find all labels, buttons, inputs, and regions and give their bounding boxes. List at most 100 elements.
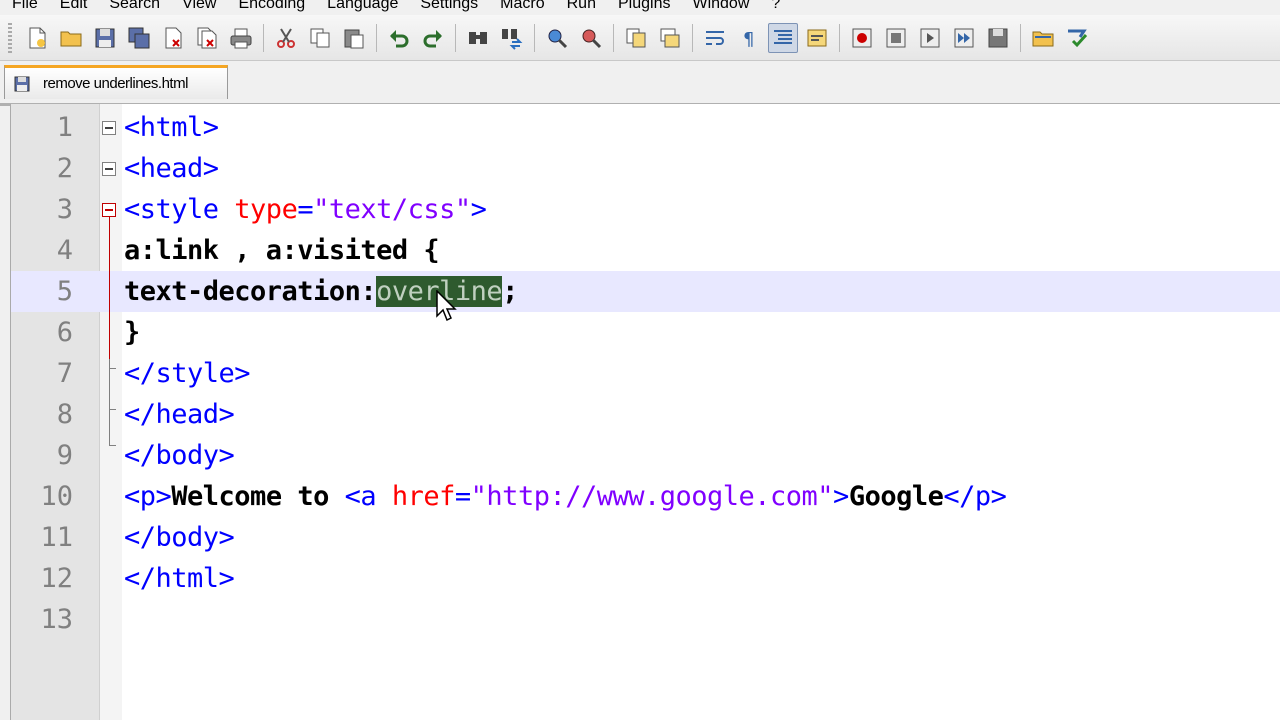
tab-strip: remove underlines.html [0,61,1280,106]
token-tag: </p> [943,481,1007,512]
token-brace: } [124,317,140,348]
replace-icon[interactable] [497,23,527,53]
paste-icon[interactable] [339,23,369,53]
close-icon[interactable] [158,23,188,53]
menu-help[interactable]: ? [759,0,790,13]
copy-icon[interactable] [305,23,335,53]
fold-end-mark [109,409,116,410]
menu-view[interactable]: View [170,0,226,13]
token-tag: </style> [124,358,251,389]
token-tag: > [833,481,849,512]
toolbar-separator [692,23,693,52]
line-number: 3 [56,194,73,225]
toolbar-separator [839,23,840,52]
save-icon[interactable] [90,23,120,53]
show-all-chars-icon[interactable]: ¶ [734,23,764,53]
code-line: 12 </html> [11,558,1280,599]
menu-run[interactable]: Run [555,0,606,13]
spellcheck-icon[interactable] [1062,23,1092,53]
word-wrap-icon[interactable] [700,23,730,53]
menu-settings[interactable]: Settings [408,0,488,13]
toolbar-separator [534,23,535,52]
token-css-property: text-decoration: [124,276,377,307]
save-macro-icon[interactable] [983,23,1013,53]
token-equals: = [297,194,314,225]
play-multiple-icon[interactable] [949,23,979,53]
undo-icon[interactable] [384,23,414,53]
code-text: <style type="text/css"> [124,189,487,230]
redo-icon[interactable] [418,23,448,53]
fold-toggle-icon[interactable] [102,203,116,217]
cut-icon[interactable] [271,23,301,53]
menu-bar: File Edit Search View Encoding Language … [0,0,1280,14]
menu-language[interactable]: Language [315,0,408,13]
toolbar-grip[interactable] [8,22,12,53]
token-string: "text/css" [313,194,471,225]
menu-encoding[interactable]: Encoding [226,0,315,13]
code-text: </style> [124,353,251,394]
close-all-icon[interactable] [192,23,222,53]
fold-toggle-icon[interactable] [102,121,116,135]
menu-plugins[interactable]: Plugins [606,0,680,13]
print-icon[interactable] [226,23,256,53]
code-line: 10 <p>Welcome to <a href="http://www.goo… [11,476,1280,517]
fold-end-mark [109,368,116,369]
code-text: a:link , a:visited { [124,230,440,271]
token-tag: <style [124,194,235,225]
line-number: 9 [56,440,73,471]
code-line-current: 5 text-decoration:overline; [11,271,1280,312]
toolbar-separator [613,23,614,52]
tab-remove-underlines[interactable]: remove underlines.html [4,65,228,99]
token-attribute: href [391,481,456,512]
zoom-out-icon[interactable] [576,23,606,53]
code-line: 3 <style type="text/css"> [11,189,1280,230]
stop-record-icon[interactable] [881,23,911,53]
line-number: 6 [56,317,73,348]
zoom-in-icon[interactable] [542,23,572,53]
code-text: </html> [124,558,235,599]
token-tag: <a [344,481,392,512]
token-semicolon: ; [502,276,518,307]
fold-toggle-icon[interactable] [102,162,116,176]
token-equals: = [454,481,471,512]
find-icon[interactable] [463,23,493,53]
menu-search[interactable]: Search [97,0,170,13]
code-line: 7 </style> [11,353,1280,394]
code-text: <html> [124,107,219,148]
record-macro-icon[interactable] [847,23,877,53]
token-tag: > [470,194,487,225]
user-lang-icon[interactable] [802,23,832,53]
code-text: </head> [124,394,235,435]
play-macro-icon[interactable] [915,23,945,53]
toolbar-separator [455,23,456,52]
sync-vertical-icon[interactable] [621,23,651,53]
line-number: 1 [56,112,73,143]
token-text: Google [848,481,944,512]
line-number: 8 [56,399,73,430]
menu-window[interactable]: Window [680,0,759,13]
menu-macro[interactable]: Macro [488,0,554,13]
indent-guide-icon[interactable] [768,22,798,53]
menu-edit[interactable]: Edit [48,0,98,13]
line-number: 11 [40,522,73,553]
code-editor[interactable]: 1 <html> 2 <head> 3 <style type="text/cs… [10,104,1280,720]
menu-file[interactable]: File [0,0,48,13]
line-number: 4 [56,235,73,266]
folder-icon[interactable] [1028,23,1058,53]
code-text: <p>Welcome to <a href="http://www.google… [124,476,1007,517]
token-string: "http://www.google.com" [470,481,834,512]
line-number: 2 [56,153,73,184]
save-all-icon[interactable] [124,23,154,53]
token-tag: </body> [124,440,235,471]
new-file-icon[interactable] [22,23,52,53]
fold-guide-line [109,217,110,359]
token-tag: <head> [124,153,219,184]
file-saved-icon [13,75,31,93]
code-text: } [124,312,140,353]
sync-horizontal-icon[interactable] [655,23,685,53]
line-number: 7 [56,358,73,389]
line-number: 12 [40,563,73,594]
open-folder-icon[interactable] [56,23,86,53]
token-css-selector: a:link , a:visited { [124,235,440,266]
fold-guide-line [109,359,110,445]
